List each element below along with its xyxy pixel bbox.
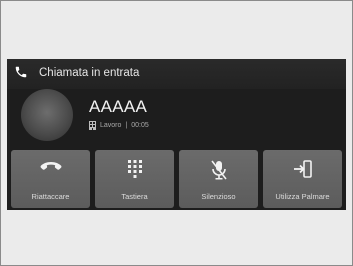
image-frame: Chiamata in entrata AAAAA Lavoro | 00:05: [0, 0, 353, 266]
hang-up-button[interactable]: Riattaccare: [11, 150, 90, 208]
building-icon: [89, 121, 96, 130]
caller-type: Lavoro: [100, 122, 122, 129]
call-header: Chiamata in entrata: [7, 59, 346, 89]
caller-name: AAAAA: [89, 97, 148, 116]
transfer-to-handset-icon: [293, 160, 312, 178]
incoming-call-screen: Chiamata in entrata AAAAA Lavoro | 00:05: [7, 59, 346, 210]
mute-button[interactable]: Silenzioso: [179, 150, 258, 208]
keypad-icon: [127, 160, 142, 178]
caller-info: Lavoro | 00:05: [89, 121, 149, 130]
mute-label: Silenzioso: [201, 192, 236, 201]
use-handset-label: Utilizza Palmare: [275, 192, 330, 201]
keypad-label: Tastiera: [121, 192, 148, 201]
caller-avatar: [21, 89, 73, 141]
hang-up-label: Riattaccare: [31, 192, 70, 201]
use-handset-button[interactable]: Utilizza Palmare: [263, 150, 342, 208]
call-action-bar: Riattaccare Tastiera Silenzioso Utilizza…: [11, 150, 342, 208]
hang-up-icon: [40, 162, 61, 170]
mute-microphone-icon: [210, 160, 227, 180]
caller-separator: |: [125, 122, 128, 129]
keypad-button[interactable]: Tastiera: [95, 150, 174, 208]
phone-icon: [15, 66, 27, 78]
call-title: Chiamata in entrata: [39, 67, 140, 79]
call-duration: 00:05: [131, 122, 149, 129]
